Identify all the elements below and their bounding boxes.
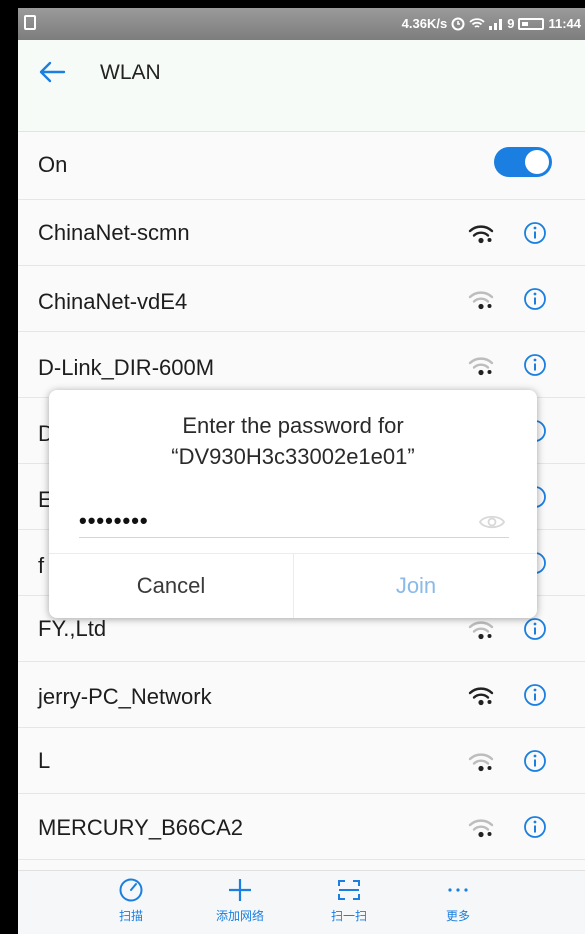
status-bar: 4.36K/s 9 11:44 [18, 8, 585, 40]
wifi-signal-icon [468, 225, 494, 244]
app-header [18, 40, 585, 132]
network-name: MERCURY_B66CA2 [38, 815, 244, 840]
wifi-signal-icon [468, 687, 494, 706]
battery-icon [518, 17, 545, 30]
wifi-signal-icon [468, 621, 494, 640]
more-icon [448, 888, 468, 892]
scan-gauge-icon [119, 878, 143, 902]
network-row[interactable]: ChinaNet-scmn [18, 200, 585, 266]
toggle-knob [525, 150, 549, 174]
network-name: FY.,Ltd [38, 616, 107, 641]
network-speed: 4.36K/s [401, 16, 448, 31]
more-button[interactable]: 更多 [418, 877, 498, 924]
password-field[interactable]: •••••••• [79, 508, 509, 538]
add-network-button[interactable]: 添加网络 [200, 877, 280, 924]
more-label: 更多 [445, 909, 470, 923]
show-password-eye-icon[interactable] [479, 514, 505, 530]
password-dialog: Enter the password for “DV930H3c33002e1e… [49, 390, 537, 618]
wifi-signal-icon [468, 291, 494, 310]
network-name: ChinaNet-vdE4 [38, 289, 188, 314]
network-name: jerry-PC_Network [38, 684, 212, 709]
password-value: •••••••• [79, 508, 149, 533]
dialog-title: Enter the password for “DV930H3c33002e1e… [171, 413, 415, 469]
qr-scan-button[interactable]: 扫一扫 [309, 877, 389, 924]
network-name: D-Link_DIR-600M [38, 355, 215, 380]
alarm-icon [451, 17, 465, 30]
cancel-button[interactable]: Cancel [49, 554, 293, 618]
network-row[interactable]: L [18, 728, 585, 794]
scan-button[interactable]: 扫描 [91, 877, 171, 924]
plus-icon [229, 879, 251, 901]
qr-scan-icon [338, 880, 360, 900]
page-title: WLAN [100, 61, 161, 84]
info-icon[interactable] [523, 749, 547, 773]
info-icon[interactable] [523, 221, 547, 245]
network-name: L [38, 748, 51, 773]
network-row[interactable]: ChinaNet-vdE4 [18, 266, 585, 332]
wifi-signal-icon [468, 357, 494, 376]
info-icon[interactable] [523, 815, 547, 839]
qr-scan-label: 扫一扫 [330, 909, 367, 923]
scan-label: 扫描 [118, 909, 143, 923]
add-network-label: 添加网络 [215, 909, 264, 923]
notification-icon [24, 15, 36, 30]
bottom-action-bar: 扫描 添加网络 扫一扫 更多 [18, 870, 585, 934]
info-icon[interactable] [523, 287, 547, 311]
wlan-toggle-label: On [38, 152, 68, 177]
network-name: ChinaNet-scmn [38, 220, 190, 245]
info-icon[interactable] [523, 617, 547, 641]
network-name: f [38, 553, 45, 578]
network-row[interactable]: D-Link_DIR-600M [18, 332, 585, 398]
back-arrow-icon[interactable] [38, 60, 66, 84]
clock: 11:44 [548, 16, 581, 31]
network-row[interactable]: jerry-PC_Network [18, 662, 585, 728]
wifi-status-icon [469, 18, 485, 28]
wifi-signal-icon [468, 753, 494, 772]
network-row[interactable]: MERCURY_B66CA2 [18, 794, 585, 860]
wifi-signal-icon [468, 819, 494, 838]
join-button[interactable]: Join [294, 554, 538, 618]
info-icon[interactable] [523, 683, 547, 707]
phone-screen: 4.36K/s 9 11:44 WLAN On ChinaNet-scmn Chi… [18, 8, 585, 934]
wlan-toggle-switch[interactable] [494, 147, 552, 177]
status-indicators: 4.36K/s 9 11:44 [402, 16, 581, 31]
signal-strength: 9 [507, 16, 515, 31]
info-icon[interactable] [523, 353, 547, 377]
signal-bars-icon [489, 18, 503, 30]
